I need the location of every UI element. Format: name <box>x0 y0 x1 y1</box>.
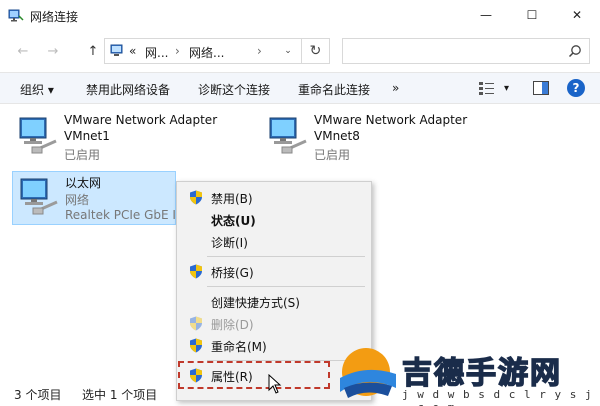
adapter-vmnet8[interactable]: VMware Network Adapter VMnet8 已启用 <box>262 111 502 165</box>
preview-pane-icon[interactable] <box>532 80 550 96</box>
help-icon: ? <box>572 81 580 95</box>
uac-shield-icon <box>190 338 202 353</box>
adapter-name-line2: VMnet8 <box>314 129 360 143</box>
network-adapter-icon <box>19 117 57 154</box>
organize-menu[interactable]: 组织 ▾ <box>20 81 54 98</box>
breadcrumb-network[interactable]: 网... <box>145 44 168 61</box>
chevron-down-icon: ▾ <box>47 83 54 97</box>
breadcrumb-separator: › <box>257 44 262 58</box>
refresh-icon: ↻ <box>309 43 322 59</box>
menu-item-disable[interactable]: 禁用(B) <box>177 186 371 208</box>
menu-item-label: 状态(U) <box>211 214 256 228</box>
mouse-cursor-icon <box>268 374 282 394</box>
adapter-name: 以太网 <box>65 176 102 190</box>
menu-item-label: 重命名(M) <box>211 340 267 354</box>
watermark-url: j w d w b s d c l r y s j . c o m <box>402 388 593 406</box>
watermark-logo-icon <box>340 348 396 398</box>
adapter-name: VMware Network Adapter <box>64 113 218 127</box>
menu-item-label: 诊断(I) <box>211 236 248 250</box>
uac-shield-icon <box>190 190 202 205</box>
selected-count: 选中 1 个项目 <box>82 388 158 402</box>
address-row: ← → ↑ « 网... › 网络... › ⌄ ↻ <box>0 32 600 70</box>
watermark-text: 吉德手游网 <box>401 355 562 392</box>
menu-item-create-shortcut[interactable]: 创建快捷方式(S) <box>177 290 371 312</box>
search-icon <box>568 45 581 58</box>
disable-device-button[interactable]: 禁用此网络设备 <box>86 81 170 98</box>
menu-separator <box>207 286 365 287</box>
adapter-name: VMware Network Adapter <box>314 113 468 127</box>
up-arrow-icon: ↑ <box>87 43 99 59</box>
uac-shield-icon <box>190 316 202 331</box>
command-bar: 组织 ▾ 禁用此网络设备 诊断这个连接 重命名此连接 » ▾ ? <box>0 72 600 104</box>
view-options-dropdown[interactable]: ▾ <box>504 83 509 94</box>
menu-item-diagnose[interactable]: 诊断(I) <box>177 230 371 252</box>
help-button[interactable]: ? <box>567 79 585 97</box>
control-panel-icon <box>110 44 123 56</box>
watermark: 吉德手游网 j w d w b s d c l r y s j . c o m <box>336 344 598 406</box>
menu-separator <box>207 256 365 257</box>
maximize-button[interactable]: ☐ <box>509 0 555 30</box>
up-button[interactable]: ↑ <box>84 42 102 60</box>
menu-item-label: 禁用(B) <box>211 192 253 206</box>
chevron-down-icon: ⌄ <box>284 46 292 56</box>
minimize-icon: — <box>480 8 492 22</box>
window-title: 网络连接 <box>30 10 79 24</box>
network-adapter-icon <box>269 117 307 154</box>
minimize-button[interactable]: — <box>463 0 509 30</box>
maximize-icon: ☐ <box>526 8 538 22</box>
breadcrumb-network-connections[interactable]: 网络... <box>189 44 224 61</box>
title-bar: 网络连接 — ☐ ✕ <box>0 0 600 32</box>
menu-item-label: 桥接(G) <box>211 266 254 280</box>
adapter-ethernet[interactable]: 以太网 网络 Realtek PCIe GbE I <box>12 171 176 225</box>
adapter-device: Realtek PCIe GbE I <box>65 208 176 222</box>
close-icon: ✕ <box>571 8 583 22</box>
search-input[interactable] <box>342 38 590 64</box>
network-adapter-icon <box>20 178 58 215</box>
more-commands-button[interactable]: » <box>392 81 399 95</box>
network-connections-icon <box>8 9 24 22</box>
adapter-status: 已启用 <box>64 148 101 162</box>
forward-button[interactable]: → <box>44 42 62 60</box>
adapter-network: 网络 <box>65 193 90 207</box>
adapter-status: 已启用 <box>314 148 351 162</box>
menu-item-label: 删除(D) <box>211 318 254 332</box>
forward-arrow-icon: → <box>47 43 59 59</box>
menu-item-label: 创建快捷方式(S) <box>211 296 300 310</box>
menu-item-bridge[interactable]: 桥接(G) <box>177 260 371 282</box>
close-button[interactable]: ✕ <box>554 0 600 30</box>
breadcrumb-overflow[interactable]: « <box>129 44 136 58</box>
rename-connection-button[interactable]: 重命名此连接 <box>298 81 370 98</box>
diagnose-connection-button[interactable]: 诊断这个连接 <box>198 81 270 98</box>
refresh-button[interactable]: ↻ <box>301 38 329 64</box>
uac-shield-icon <box>190 264 202 279</box>
address-history-dropdown[interactable]: ⌄ <box>278 38 298 64</box>
back-arrow-icon: ← <box>17 43 29 59</box>
adapter-vmnet1[interactable]: VMware Network Adapter VMnet1 已启用 <box>12 111 252 165</box>
menu-item-delete: 删除(D) <box>177 312 371 334</box>
properties-highlight-box <box>178 361 330 389</box>
back-button[interactable]: ← <box>14 42 32 60</box>
adapter-name-line2: VMnet1 <box>64 129 110 143</box>
menu-item-status[interactable]: 状态(U) <box>177 208 371 230</box>
change-view-icon[interactable] <box>478 80 496 96</box>
breadcrumb-separator: › <box>175 44 180 58</box>
organize-label: 组织 <box>20 83 45 97</box>
item-count: 3 个项目 <box>14 388 62 402</box>
